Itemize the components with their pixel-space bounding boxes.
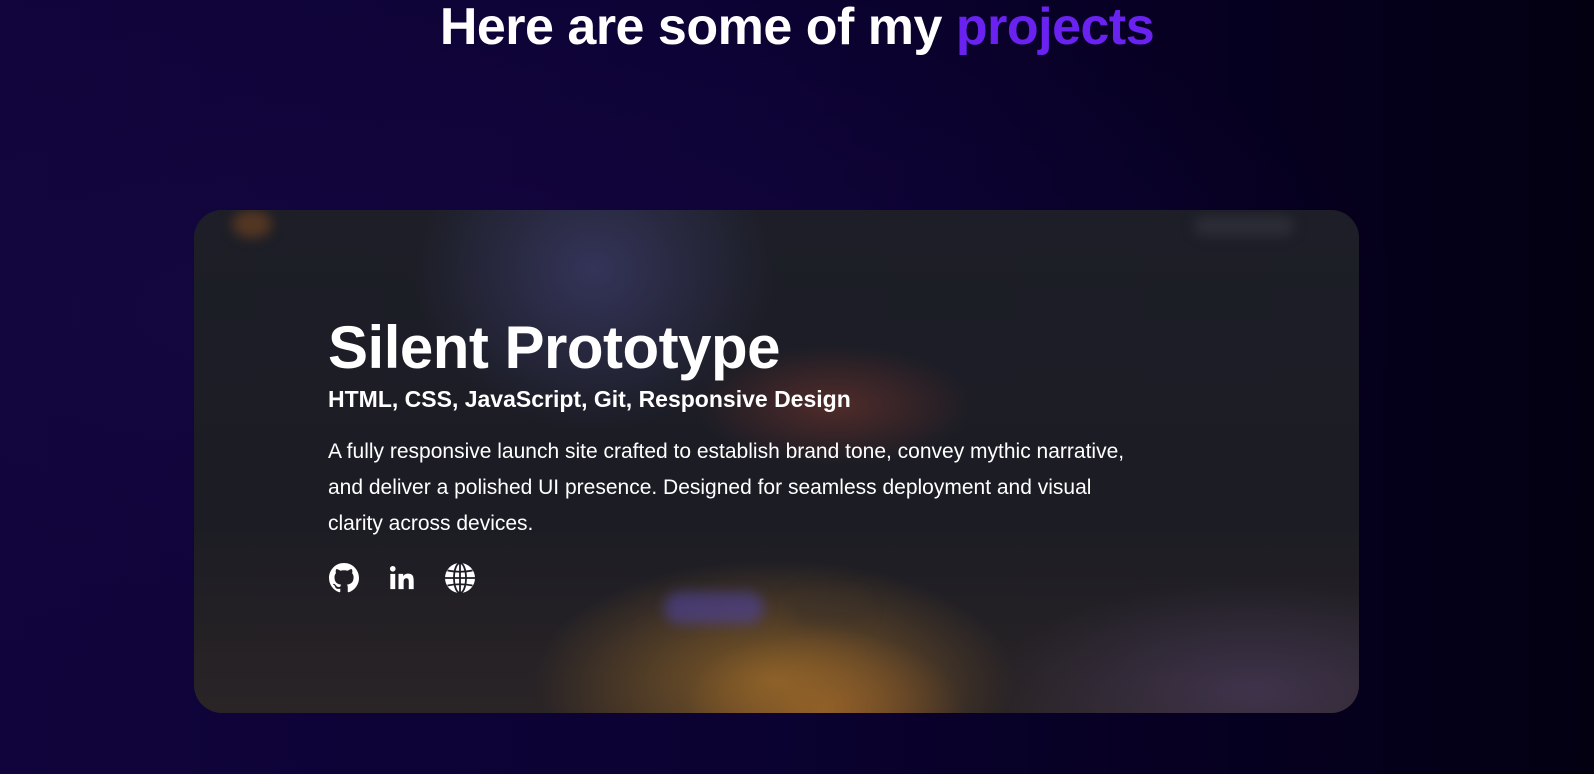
website-link[interactable] xyxy=(444,562,476,594)
project-title: Silent Prototype xyxy=(328,314,781,381)
globe-icon xyxy=(444,562,476,594)
preview-blur-button-primary xyxy=(664,592,764,624)
project-card: Silent Prototype HTML, CSS, JavaScript, … xyxy=(194,210,1359,713)
github-link[interactable] xyxy=(328,562,360,594)
project-description: A fully responsive launch site crafted t… xyxy=(328,440,1125,535)
section-heading: Here are some of my projects xyxy=(0,0,1594,58)
linkedin-icon xyxy=(388,564,416,592)
project-tech-stack: HTML, CSS, JavaScript, Git, Responsive D… xyxy=(328,386,851,412)
preview-blur-nav xyxy=(1194,216,1294,236)
preview-blur-button-secondary xyxy=(790,592,870,624)
project-info: Silent Prototype HTML, CSS, JavaScript, … xyxy=(328,314,1148,594)
preview-blur-logo xyxy=(232,210,272,238)
linkedin-link[interactable] xyxy=(386,562,418,594)
heading-prefix: Here are some of my xyxy=(439,0,943,56)
github-icon xyxy=(329,563,359,593)
heading-accent: projects xyxy=(955,0,1155,56)
project-links xyxy=(328,562,1148,594)
